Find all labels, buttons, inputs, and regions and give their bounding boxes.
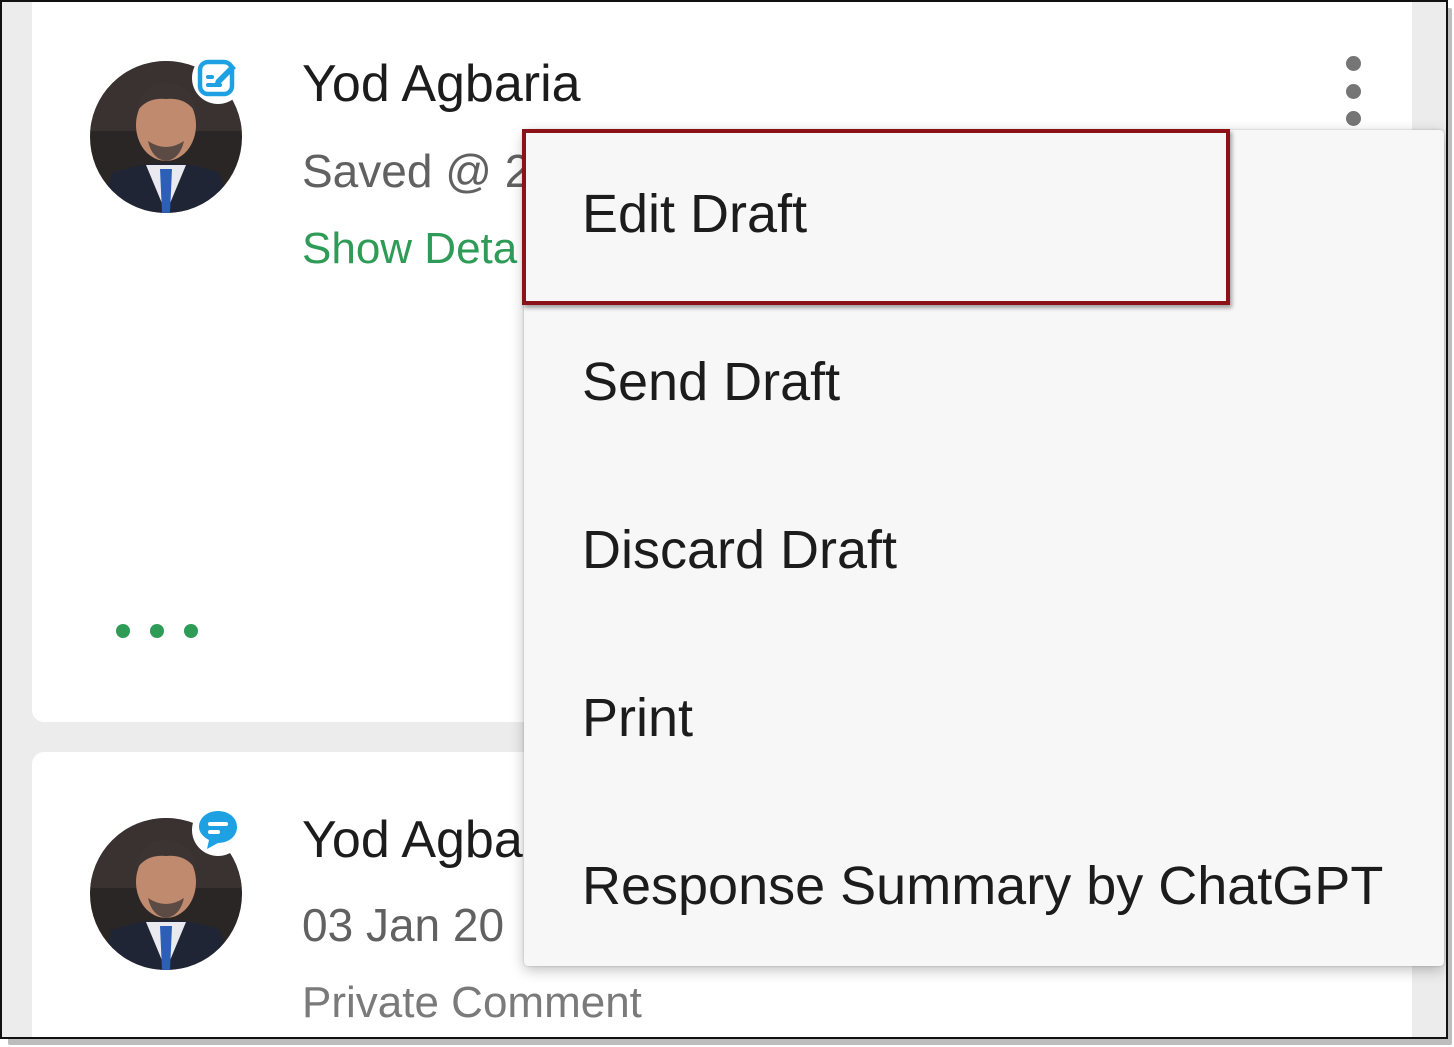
dot <box>116 624 130 638</box>
draft-options-menu: Edit Draft Send Draft Discard Draft Prin… <box>524 130 1444 966</box>
dot <box>150 624 164 638</box>
kebab-menu-icon[interactable] <box>1338 56 1368 126</box>
menu-item-label: Response Summary by ChatGPT <box>582 856 1384 916</box>
sender-name: Yod Agba <box>302 811 523 869</box>
dot <box>184 624 198 638</box>
menu-item-label: Send Draft <box>582 352 841 412</box>
saved-timestamp: Saved @ 2 <box>302 145 531 197</box>
comment-date: 03 Jan 20 <box>302 899 505 951</box>
dot <box>1345 111 1361 126</box>
menu-item-label: Discard Draft <box>582 520 898 580</box>
menu-item-edit-draft[interactable]: Edit Draft <box>524 130 1444 298</box>
menu-item-send-draft[interactable]: Send Draft <box>524 298 1444 466</box>
private-comment-label: Private Comment <box>302 978 642 1027</box>
dot <box>1345 83 1361 99</box>
more-horizontal-icon[interactable] <box>116 624 198 638</box>
chat-bubble-icon <box>192 804 244 856</box>
menu-item-response-summary[interactable]: Response Summary by ChatGPT <box>524 802 1444 970</box>
menu-item-label: Edit Draft <box>582 184 808 244</box>
show-details-link[interactable]: Show Deta <box>302 224 517 274</box>
menu-item-label: Print <box>582 688 694 748</box>
screenshot-frame: Yod Agbaria Saved @ 2 Show Deta Yod Agba… <box>0 0 1448 1039</box>
sender-name: Yod Agbaria <box>302 55 581 113</box>
menu-item-discard-draft[interactable]: Discard Draft <box>524 466 1444 634</box>
dot <box>1345 56 1361 71</box>
menu-item-print[interactable]: Print <box>524 634 1444 802</box>
edit-draft-icon <box>192 52 244 104</box>
